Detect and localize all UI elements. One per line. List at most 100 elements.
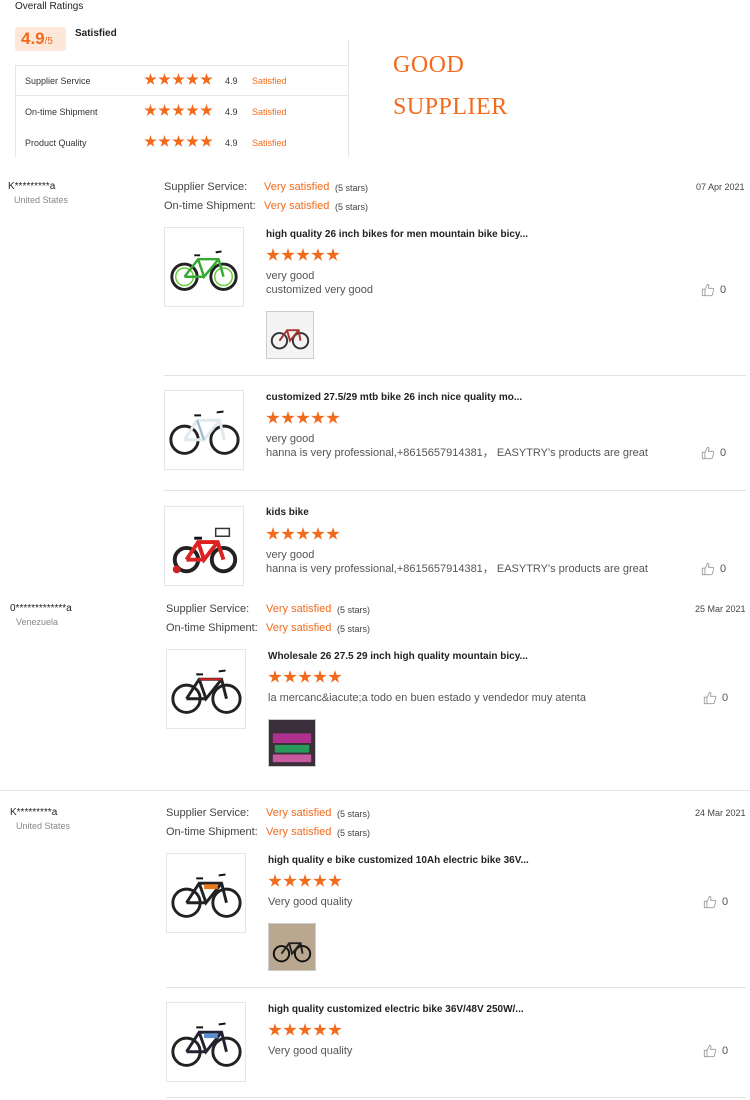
thumbs-up-icon (701, 283, 715, 297)
like-button[interactable]: 0 (703, 1044, 728, 1058)
review-comment: Very good quality (268, 896, 353, 908)
review-stars (266, 527, 340, 546)
like-button[interactable]: 0 (701, 283, 726, 297)
review-photo[interactable] (266, 311, 314, 359)
review-comment: customized very good (266, 284, 373, 296)
rating-value: 4.9 (225, 107, 238, 117)
star-icon (186, 104, 199, 116)
star-icon (266, 411, 280, 424)
divider (166, 1097, 746, 1098)
reviewer-info: K*********a United States (10, 807, 70, 831)
product-image[interactable] (164, 227, 244, 307)
reviewer-country: United States (16, 821, 71, 831)
star-icon (172, 73, 185, 85)
star-icon (266, 527, 280, 540)
review-photo[interactable] (268, 923, 316, 971)
star-icon (313, 874, 327, 887)
mountain-bike-image (170, 250, 238, 291)
supplier-service-rating: Supplier Service: Very satisfied (5 stars) (166, 807, 370, 819)
review-stars (266, 248, 340, 267)
star-icon (172, 104, 185, 116)
star-icon (328, 670, 342, 683)
review-stars (266, 411, 340, 430)
like-count: 0 (720, 284, 727, 296)
rating-status: Very satisfied (266, 826, 332, 838)
reviewer-name: K*********a (10, 807, 58, 818)
product-image[interactable] (166, 649, 246, 729)
product-title[interactable]: Wholesale 26 27.5 29 inch high quality m… (268, 651, 528, 662)
rating-stars (144, 135, 213, 148)
product-image[interactable] (164, 506, 244, 586)
rating-stars-text: (5 stars) (337, 809, 371, 819)
product-title[interactable]: high quality e bike customized 10Ah elec… (268, 855, 529, 866)
review-comment: la mercanc&iacute;a todo en buen estado … (268, 692, 586, 704)
star-icon (328, 1023, 342, 1036)
rating-status: Satisfied (252, 138, 287, 148)
like-count: 0 (722, 1045, 729, 1057)
divider (0, 790, 750, 791)
product-title[interactable]: kids bike (266, 507, 309, 518)
rating-label: On-time Shipment (25, 107, 98, 117)
product-title[interactable]: high quality customized electric bike 36… (268, 1004, 524, 1015)
overall-score-text: Satisfied (75, 28, 117, 39)
like-button[interactable]: 0 (703, 895, 728, 909)
ratings-table: Supplier Service 4.9 Satisfied On-time S… (15, 65, 349, 157)
star-icon (281, 248, 295, 261)
thumbs-up-icon (701, 562, 715, 576)
star-icon (311, 527, 325, 540)
star-icon (200, 104, 213, 116)
like-button[interactable]: 0 (701, 446, 726, 460)
product-title[interactable]: high quality 26 inch bikes for men mount… (266, 229, 528, 240)
supplier-service-rating: Supplier Service: Very satisfied (5 stars) (166, 603, 370, 615)
star-icon (268, 874, 282, 887)
reviewer-country: Venezuela (16, 617, 59, 627)
star-icon (158, 73, 171, 85)
product-title[interactable]: customized 27.5/29 mtb bike 26 inch nice… (266, 392, 522, 403)
rating-stars-text: (5 stars) (337, 605, 371, 615)
rating-label: Supplier Service (25, 76, 91, 86)
rating-row-ontime-shipment: On-time Shipment 4.9 Satisfied (16, 97, 349, 127)
star-icon (200, 73, 213, 85)
star-icon (144, 104, 157, 116)
rating-stars (144, 73, 213, 86)
star-icon (296, 411, 310, 424)
rating-stars-text: (5 stars) (335, 183, 369, 193)
review-stars (268, 670, 342, 689)
reviewer-country: United States (14, 195, 69, 205)
product-image[interactable] (166, 1002, 246, 1082)
review-photo[interactable] (268, 719, 316, 767)
product-image[interactable] (164, 390, 244, 470)
reviewer-info: K*********a United States (8, 181, 68, 205)
review-stars (268, 1023, 342, 1042)
review-stars (268, 874, 342, 893)
mountain-bike-image (169, 410, 240, 455)
like-count: 0 (722, 692, 729, 704)
rating-status: Satisfied (252, 76, 287, 86)
warehouse-photo-icon (269, 720, 315, 766)
review-comment: hanna is very professional,+861565791438… (266, 563, 648, 575)
rating-label: Product Quality (25, 138, 87, 148)
thumbs-up-icon (701, 446, 715, 460)
kids-bike-image (172, 527, 238, 574)
star-icon (144, 135, 157, 147)
rating-status: Satisfied (252, 107, 287, 117)
rating-status: Very satisfied (266, 603, 332, 615)
star-icon (283, 874, 297, 887)
review-comment: very good (266, 549, 315, 561)
like-button[interactable]: 0 (703, 691, 728, 705)
review-comment: very good (266, 270, 315, 282)
rating-stars-text: (5 stars) (337, 828, 371, 838)
bike-photo-icon (269, 924, 315, 970)
electric-bike-image (171, 1022, 242, 1067)
supplier-service-rating: Supplier Service: Very satisfied (5 stars) (164, 181, 368, 193)
like-button[interactable]: 0 (701, 562, 726, 576)
overall-ratings-title: Overall Ratings (15, 1, 84, 12)
overall-score-max: /5 (44, 36, 53, 47)
mountain-bike-image (171, 669, 242, 714)
review-date: 25 Mar 2021 (695, 604, 746, 614)
ontime-shipment-label: On-time Shipment: (166, 826, 258, 838)
rating-stars (144, 104, 213, 117)
rating-stars-text: (5 stars) (337, 624, 371, 634)
product-image[interactable] (166, 853, 246, 933)
review-comment: very good (266, 433, 315, 445)
